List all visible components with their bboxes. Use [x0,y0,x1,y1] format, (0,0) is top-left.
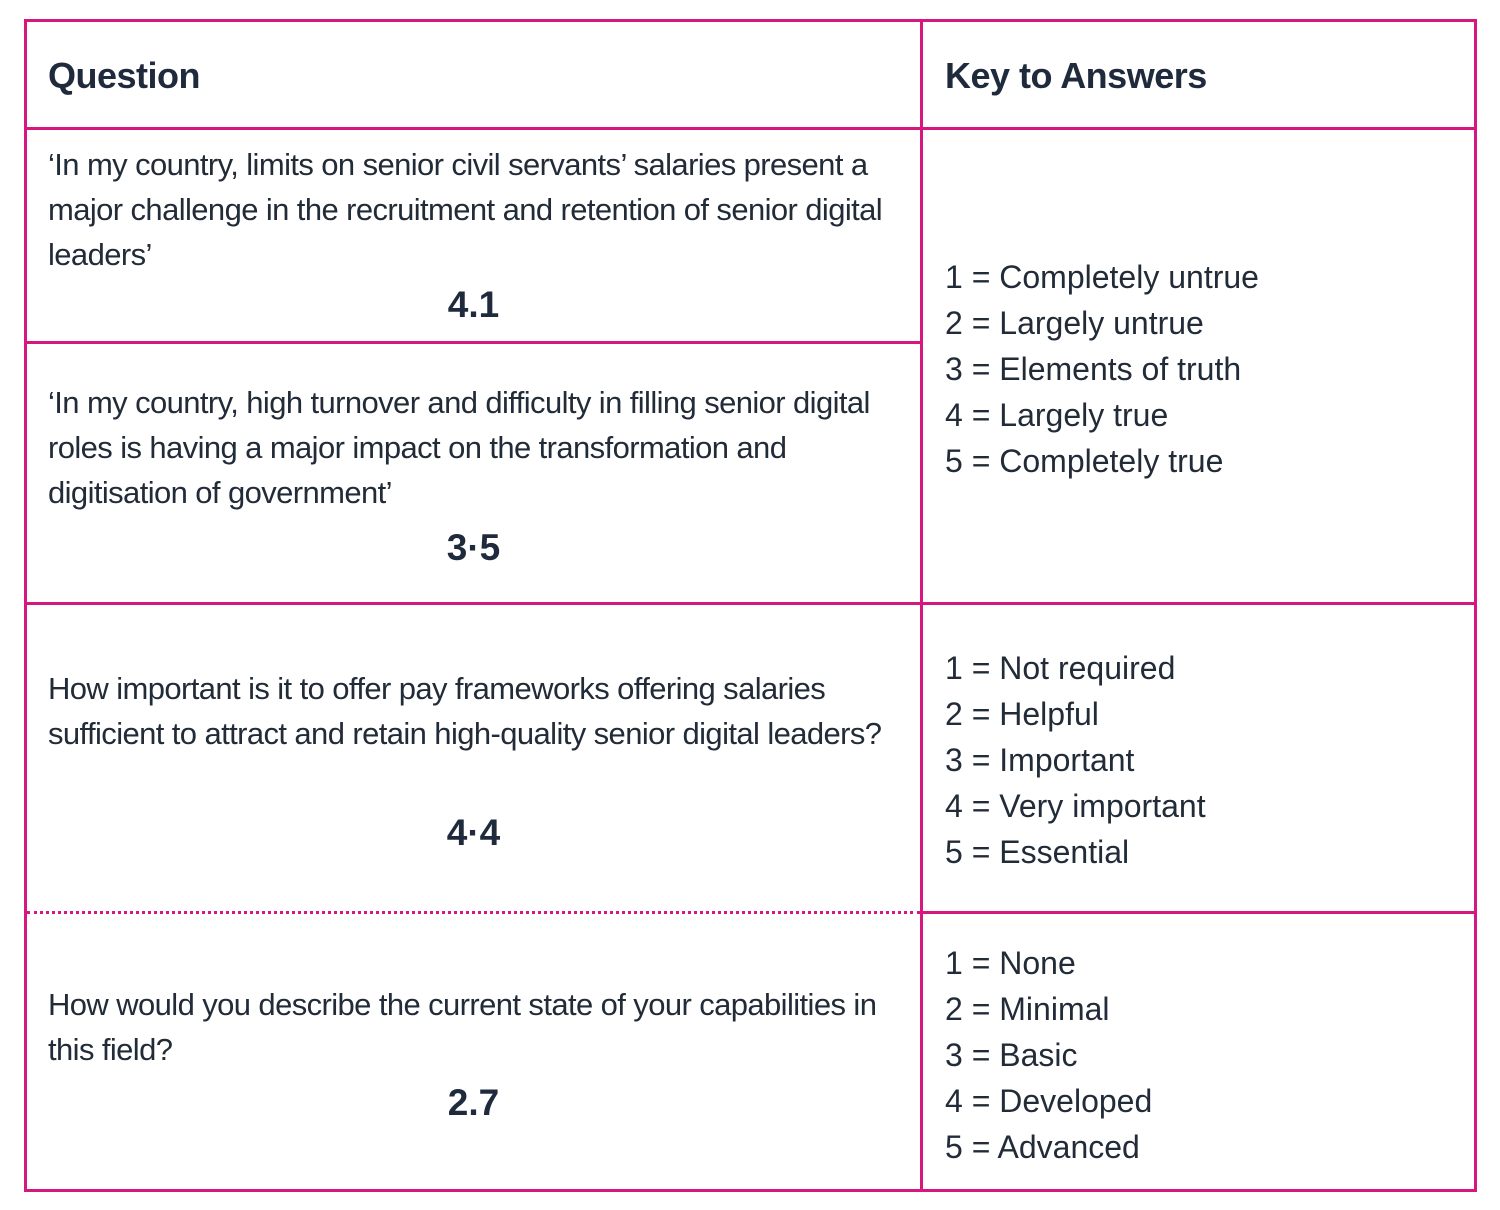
question-4-text: How would you describe the current state… [48,987,877,1067]
answer-key-2: 1 = Not required 2 = Helpful 3 = Importa… [945,645,1206,875]
answer-key-item: 1 = Completely untrue [945,259,1259,295]
header-key-to-answers: Key to Answers [945,55,1207,96]
question-3-text: How important is it to offer pay framewo… [48,671,882,751]
question-2-score: 3·5 [446,527,501,568]
answer-key-item: 2 = Minimal [945,991,1110,1027]
question-1-score: 4.1 [447,284,500,325]
column-divider [920,19,923,1192]
answer-key-item: 1 = Not required [945,650,1176,686]
header-divider [24,127,1477,130]
answer-key-item: 2 = Helpful [945,696,1099,732]
answer-key-1: 1 = Completely untrue 2 = Largely untrue… [945,254,1259,484]
row-divider-q1-q2 [24,341,923,344]
key-divider-2-3 [920,911,1477,914]
answer-key-item: 4 = Very important [945,788,1206,824]
question-4-score: 2.7 [447,1082,500,1123]
header-question: Question [48,55,201,96]
answer-key-item: 4 = Developed [945,1083,1153,1119]
answer-key-item: 3 = Elements of truth [945,351,1242,387]
answer-key-item: 5 = Essential [945,834,1130,870]
answer-key-item: 1 = None [945,945,1076,981]
answer-key-item: 2 = Largely untrue [945,305,1204,341]
answer-key-item: 4 = Largely true [945,397,1169,433]
answer-key-item: 3 = Important [945,742,1135,778]
answer-key-item: 5 = Completely true [945,443,1224,479]
question-2-text: ‘In my country, high turnover and diffic… [48,385,870,510]
dotted-divider-q3-q4 [27,911,920,914]
question-3-score: 4·4 [446,812,501,853]
answer-key-item: 3 = Basic [945,1037,1078,1073]
answer-key-3: 1 = None 2 = Minimal 3 = Basic 4 = Devel… [945,940,1152,1170]
row-divider-section-1-2 [24,602,1477,605]
answer-key-item: 5 = Advanced [945,1129,1140,1165]
question-1-text: ‘In my country, limits on senior civil s… [48,147,883,272]
